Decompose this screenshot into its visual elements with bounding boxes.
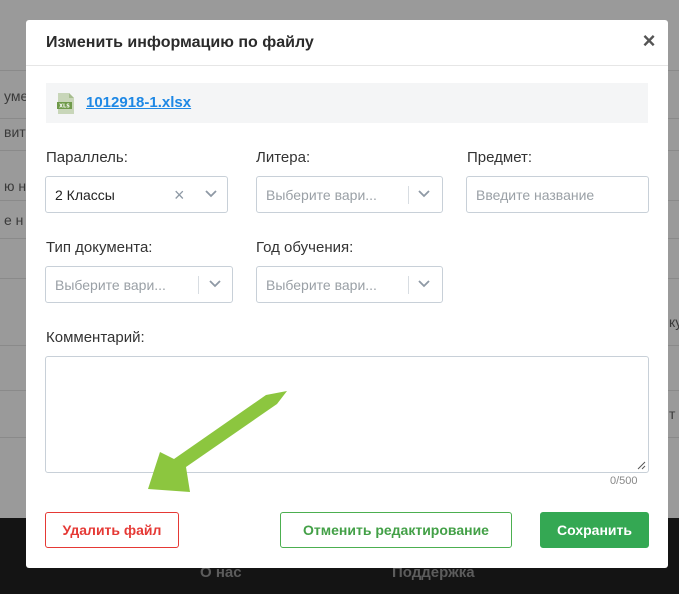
comment-char-counter: 0/500 [610,475,638,487]
study-year-select-placeholder: Выберите вари... [266,277,377,293]
modal-title: Изменить информацию по файлу [46,34,314,51]
subject-input-placeholder: Введите название [476,187,595,203]
close-button[interactable]: × [638,30,660,52]
chevron-down-icon[interactable] [208,279,222,289]
select-divider [408,186,409,204]
comment-label: Комментарий: [46,329,145,346]
litera-label: Литера: [256,149,311,166]
subject-input[interactable]: Введите название [466,176,649,213]
delete-file-button[interactable]: Удалить файл [45,512,179,548]
subject-label: Предмет: [467,149,533,166]
xls-file-icon: XLS [57,93,74,114]
chevron-down-icon[interactable] [417,189,431,199]
bg-cell-text: ю н [4,178,27,194]
save-button[interactable]: Сохранить [540,512,649,548]
chevron-down-icon[interactable] [417,279,431,289]
chevron-down-icon[interactable] [204,189,218,199]
parallel-label: Параллель: [46,149,128,166]
parallel-select-value: 2 Классы [55,187,115,203]
bg-cell-text: т [669,406,676,422]
select-divider [198,276,199,294]
clear-icon[interactable]: × [174,186,185,204]
litera-select-placeholder: Выберите вари... [266,187,377,203]
file-name-link[interactable]: 1012918-1.xlsx [86,94,191,111]
file-bar: XLS 1012918-1.xlsx [46,83,648,123]
bg-cell-text: е н [4,212,24,228]
doc-type-select-placeholder: Выберите вари... [55,277,166,293]
select-divider [408,276,409,294]
bg-cell-text: уме [4,88,29,104]
svg-text:XLS: XLS [59,104,70,110]
doc-type-select[interactable]: Выберите вари... [45,266,233,303]
litera-select[interactable]: Выберите вари... [256,176,443,213]
doc-type-label: Тип документа: [46,239,153,256]
bg-cell-text: ку [669,314,679,330]
study-year-select[interactable]: Выберите вари... [256,266,443,303]
modal-header: Изменить информацию по файлу × [26,20,668,66]
study-year-label: Год обучения: [256,239,354,256]
parallel-select[interactable]: 2 Классы × [45,176,228,213]
comment-textarea[interactable] [45,356,649,473]
resize-grip-icon[interactable] [637,461,646,470]
cancel-edit-button[interactable]: Отменить редактирование [280,512,512,548]
edit-file-modal: Изменить информацию по файлу × XLS 10129… [26,20,668,568]
